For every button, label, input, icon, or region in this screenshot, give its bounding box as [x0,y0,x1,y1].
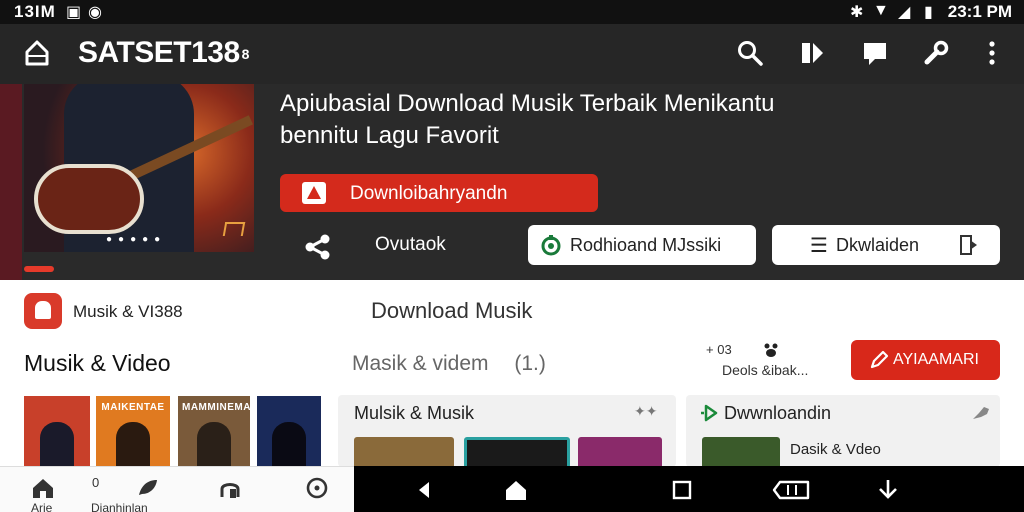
sparkle-icon: ✦✦ [634,403,658,419]
leaf-icon[interactable] [136,477,160,499]
hero-pager-indicator [24,266,54,272]
home-icon[interactable] [31,477,55,499]
music-card-thumb[interactable] [464,437,570,467]
wifi-icon: ▼ [873,2,889,19]
download-card-title: Dwwnloandin [724,403,832,423]
download-badge-icon [701,404,718,422]
record-icon: ◉ [88,4,102,21]
thumbnail-figure [116,422,150,468]
thumbnail-1[interactable] [24,396,90,468]
thumbnail-figure [272,422,306,468]
recents-icon[interactable] [670,478,694,502]
stat-count-value: 03 [717,342,732,357]
keyboard-icon[interactable] [772,478,810,502]
hero-prev-slide[interactable] [0,84,22,280]
thumbnail-3[interactable]: MAMMINEMADA [178,396,250,468]
stat-count: + 03 [706,342,732,357]
category-heading-mid[interactable]: Masik & videm (1.) [352,352,546,376]
app-bar: SATSET138 8 [0,24,1024,84]
status-time-right: 23:1 PM [947,2,1012,21]
section-header-row: Musik & VI388 Download Musik [0,282,1024,340]
app-badge-label: Musik & VI388 [73,302,183,321]
download-card[interactable]: Dwwnloandin Dasik & Vdeo [686,395,1000,467]
category-heading-mid-text: Masik & videm [352,352,489,375]
hero-banner: ●●●●● Apiubasial Download Musik Terbaik … [0,84,1024,280]
thumbnail-2[interactable]: MAIKENTAE [96,396,170,468]
section-title: Download Musik [371,298,533,323]
share-label[interactable]: Ovutaok [375,234,446,256]
download-logo-icon [302,182,326,204]
category-count: (1.) [514,352,546,375]
app-title-suffix: 8 [241,46,250,63]
bookmark-icon[interactable] [799,39,827,67]
exit-icon [960,235,977,255]
thumbnail-4[interactable] [257,396,321,468]
music-card-thumb[interactable] [578,437,662,467]
list-icon: ☰ [810,235,828,257]
back-icon[interactable] [412,478,436,502]
hero-headline-line1: Apiubasial Download Musik Terbaik Menika… [280,90,775,117]
clock-icon[interactable] [305,477,329,499]
thumbnail-figure [40,422,74,468]
carousel-dots[interactable]: ●●●●● [106,234,166,245]
download-list-label: Dkwlaiden [836,235,920,255]
radio-music-button[interactable]: Rodhioand MJssiki [528,225,756,265]
battery-icon: ▮ [924,4,933,21]
thumbnail-caption: MAMMINEMADA [182,402,250,413]
download-button[interactable]: Downloibahryandn [280,174,598,212]
app-title-text: SATSET138 [78,36,240,69]
more-vert-icon[interactable] [978,39,1006,67]
bottom-nav: Arie 0 Dianhinlan [0,466,354,512]
cta-button[interactable]: AYIAAMARI [851,340,1000,380]
hero-image[interactable]: ●●●●● [24,84,254,252]
cta-button-label: AYIAAMARI [893,351,979,368]
thumbnail-caption: MAIKENTAE [101,402,165,413]
wrench-icon[interactable] [922,39,950,67]
nav-label-download[interactable]: Dianhinlan [91,501,148,512]
music-card[interactable]: Mulsik & Musik ✦✦ [338,395,676,467]
home-icon[interactable] [24,38,50,68]
stat-details[interactable]: Deols &ibak... [722,362,808,378]
share-icon[interactable] [303,232,333,262]
music-card-title: Mulsik & Musik [354,403,475,423]
pencil-icon [870,350,889,369]
search-icon[interactable] [736,39,764,67]
status-bar: 13IM ▣ ◉ ✱ ▼ ◢ ▮ 23:1 PM [0,0,1024,24]
download-card-thumb[interactable] [702,437,780,467]
nav-badge: 0 [92,475,100,490]
music-card-thumb[interactable] [354,437,454,467]
notification-icon: ▣ [66,4,82,21]
status-time-left: 13IM [14,2,56,21]
app-title: SATSET138 8 [78,36,249,70]
paw-icon [764,343,778,357]
chat-icon[interactable] [861,39,889,67]
download-card-row-label: Dasik & Vdeo [790,441,881,458]
thumbnail-figure [197,422,231,468]
radio-icon [541,235,561,256]
pin-icon [973,407,989,419]
app-badge-icon[interactable] [24,293,62,329]
download-list-button[interactable]: ☰ Dkwlaiden [772,225,1000,265]
hero-headline: Apiubasial Download Musik Terbaik Menika… [280,88,880,152]
bluetooth-icon: ✱ [850,4,864,21]
category-heading-left[interactable]: Musik & Video [24,350,171,377]
nav-label-home[interactable]: Arie [31,501,52,512]
download-arrow-icon[interactable] [876,478,900,502]
brand-mark-icon [222,222,246,236]
hero-headline-line2: bennitu Lagu Favorit [280,122,499,149]
home-icon[interactable] [504,478,528,502]
radio-music-label: Rodhioand MJssiki [570,235,722,255]
guitar-body [34,164,144,234]
signal-icon: ◢ [898,4,911,21]
system-nav-bar [354,466,1024,512]
headphones-icon[interactable] [218,477,242,499]
download-button-label: Downloibahryandn [350,183,508,204]
category-row: Musik & Video Masik & videm (1.) + 03 De… [0,338,1024,390]
